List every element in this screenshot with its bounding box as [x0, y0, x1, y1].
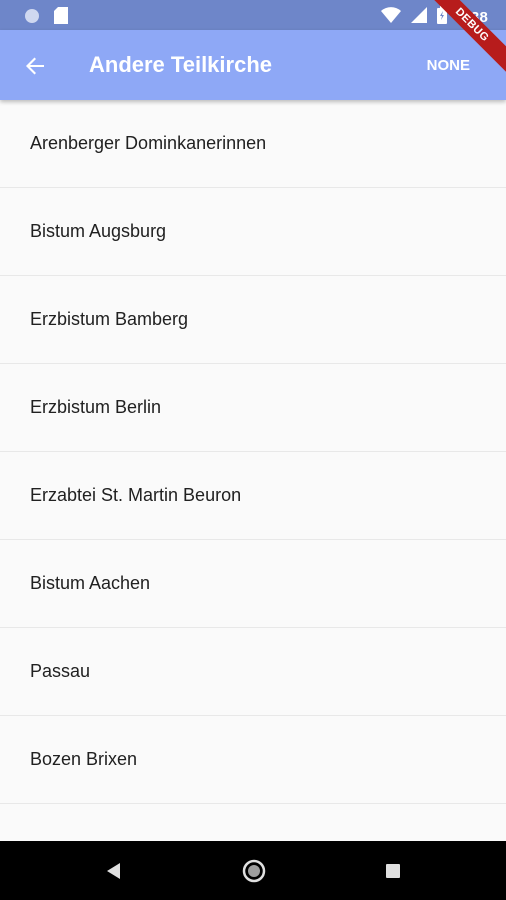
nav-home-button[interactable]: [242, 859, 266, 883]
nav-back-button[interactable]: [104, 861, 124, 881]
list-item[interactable]: Erzabtei St. Martin Beuron: [0, 452, 506, 540]
list-item-label: Bistum Aachen: [30, 573, 151, 593]
signal-icon: [411, 7, 428, 28]
nav-recents-button[interactable]: [385, 863, 401, 879]
teilkirche-list: Arenberger Dominkanerinnen Bistum Augsbu…: [0, 100, 506, 841]
list-item[interactable]: Erzbistum Berlin: [0, 364, 506, 452]
list-item-label: Erzabtei St. Martin Beuron: [30, 485, 242, 505]
list-item-label: Erzbistum Bamberg: [30, 309, 189, 329]
wifi-icon: [381, 7, 402, 28]
sd-card-icon: [54, 7, 68, 29]
list-item-label: Erzbistum Berlin: [30, 397, 162, 417]
list-item[interactable]: Arenberger Dominkanerinnen: [0, 100, 506, 188]
list-item[interactable]: Bistum Augsburg: [0, 188, 506, 276]
list-item-label: Bistum Augsburg: [30, 221, 167, 241]
status-bar: 3:38: [0, 0, 506, 30]
nav-back-icon: [104, 863, 124, 885]
list-item[interactable]: Erzbistum Bamberg: [0, 276, 506, 364]
page-title: Andere Teilkirche: [89, 52, 272, 77]
nav-home-icon: [242, 859, 266, 887]
arrow-back-icon: [20, 57, 50, 85]
list-item[interactable]: Bozen Brixen: [0, 716, 506, 804]
system-nav-bar: [0, 841, 506, 900]
list-item-label: Arenberger Dominkanerinnen: [30, 133, 267, 153]
list-item[interactable]: Bistum Aachen: [0, 540, 506, 628]
circle-icon: [24, 8, 40, 29]
list-item-label: Bozen Brixen: [30, 749, 138, 769]
status-left: [24, 7, 68, 29]
app-bar: Andere Teilkirche NONE: [0, 30, 506, 100]
nav-recents-icon: [385, 864, 401, 883]
list-item[interactable]: Passau: [0, 628, 506, 716]
none-button[interactable]: NONE: [427, 56, 470, 76]
list-item-label: Passau: [30, 661, 91, 681]
back-button[interactable]: [20, 51, 50, 81]
